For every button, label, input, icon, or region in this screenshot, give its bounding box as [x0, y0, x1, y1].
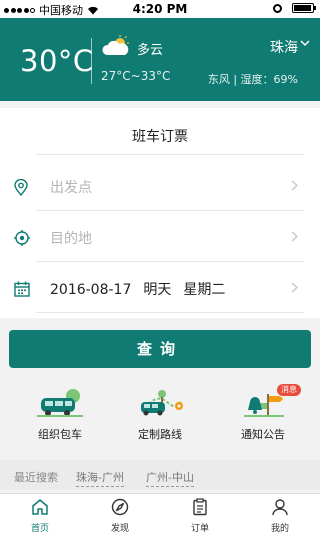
calendar-icon — [14, 281, 30, 297]
tab-profile[interactable]: 我的 — [240, 498, 320, 533]
tab-label: 首页 — [30, 524, 49, 533]
destination-placeholder[interactable]: 目的地 — [50, 228, 92, 248]
recent-item[interactable]: 广州-中山 — [146, 469, 194, 487]
divider — [36, 154, 304, 155]
message-badge: 消息 — [277, 384, 301, 396]
alarm-icon — [273, 3, 282, 13]
recent-label: 最近搜索 — [14, 471, 58, 484]
tab-orders[interactable]: 订单 — [160, 498, 240, 533]
status-time: 4:20 PM — [132, 2, 188, 16]
current-temperature: 30°C — [20, 44, 94, 78]
status-bar: 中国移动 4:20 PM — [0, 0, 320, 18]
chevron-right-icon — [291, 231, 298, 242]
feature-label: 通知公告 — [241, 428, 285, 441]
location-pin-icon — [14, 179, 28, 196]
wind-humidity: 东风 | 湿度：69% — [207, 73, 298, 86]
date-value[interactable]: 2016-08-17 明天 星期二 — [50, 279, 237, 299]
divider — [36, 312, 304, 313]
weekday-label: 星期二 — [183, 282, 226, 298]
profile-icon — [272, 499, 288, 516]
divider — [36, 210, 304, 211]
tab-label: 发现 — [110, 524, 129, 533]
date-field[interactable]: 2016-08-17 明天 星期二 — [0, 263, 320, 313]
battery-icon — [292, 3, 316, 13]
temperature-range: 27°C~33°C — [101, 69, 171, 83]
feature-label: 定制路线 — [138, 428, 182, 441]
booking-card: 班车订票 出发点 目的地 2016-08-17 明天 星期二 — [0, 108, 320, 318]
departure-field[interactable]: 出发点 — [0, 161, 320, 211]
destination-field[interactable]: 目的地 — [0, 212, 320, 262]
chevron-down-icon[interactable] — [300, 40, 310, 47]
clipboard-icon — [193, 498, 207, 516]
weather-condition: 多云 — [137, 43, 164, 58]
partly-cloudy-icon — [102, 35, 129, 55]
tab-label: 我的 — [270, 524, 289, 533]
weather-divider — [91, 38, 92, 84]
search-button[interactable]: 查询 — [9, 330, 311, 368]
bus-icon — [37, 389, 83, 417]
booking-title: 班车订票 — [132, 129, 188, 145]
compass-icon — [111, 498, 129, 516]
status-right — [273, 3, 316, 13]
recent-searches: 最近搜索 珠海-广州 广州-中山 — [0, 460, 320, 490]
feature-label: 组织包车 — [38, 428, 82, 441]
date-text: 2016-08-17 — [50, 282, 132, 298]
home-icon — [32, 499, 48, 515]
divider — [36, 261, 304, 262]
chevron-right-icon — [291, 282, 298, 293]
departure-placeholder[interactable]: 出发点 — [50, 177, 92, 197]
chevron-right-icon — [291, 180, 298, 191]
city-selector[interactable]: 珠海 — [270, 37, 298, 57]
tab-home[interactable]: 首页 — [0, 498, 80, 533]
feature-custom-route[interactable]: 定制路线 — [110, 388, 210, 442]
target-icon — [14, 230, 30, 246]
tab-bar: 首页 发现 订单 我的 — [0, 493, 320, 533]
feature-grid: 组织包车 定制路线 消息 通知公告 — [0, 380, 320, 458]
feature-charter[interactable]: 组织包车 — [10, 388, 110, 442]
tab-label: 订单 — [190, 524, 209, 533]
tab-discover[interactable]: 发现 — [80, 498, 160, 533]
day-label: 明天 — [143, 282, 172, 298]
recent-item[interactable]: 珠海-广州 — [76, 469, 124, 487]
route-icon — [141, 390, 183, 416]
weather-header: 30°C 多云 27°C~33°C 珠海 东风 | 湿度：69% — [0, 18, 320, 101]
feature-announcement[interactable]: 消息 通知公告 — [213, 384, 313, 442]
